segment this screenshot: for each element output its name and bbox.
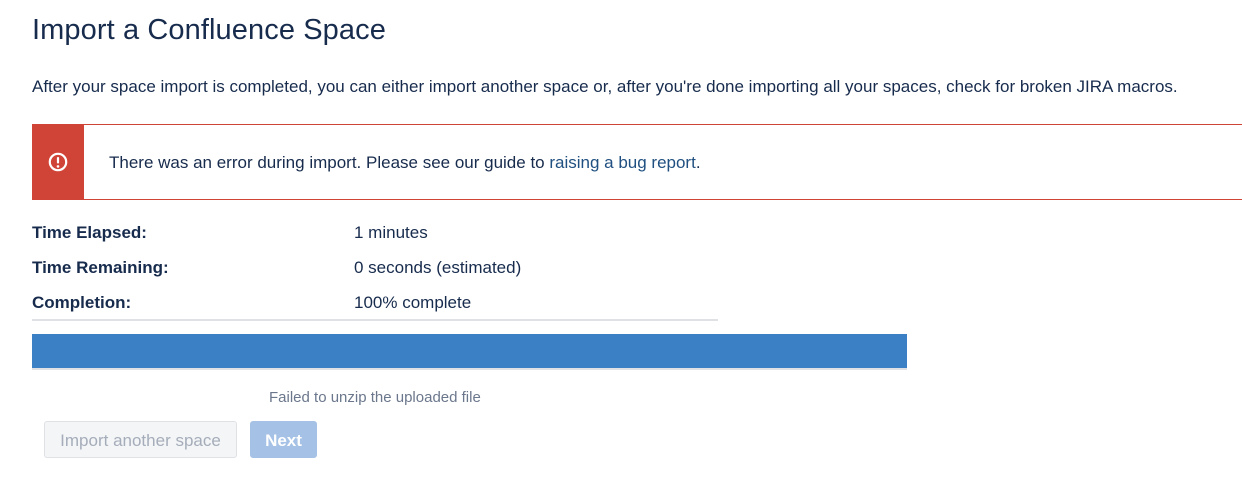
stat-value: 100% complete xyxy=(354,293,472,312)
import-space-page: Import a Confluence Space After your spa… xyxy=(0,0,1242,503)
stat-label: Completion: xyxy=(32,293,132,312)
stat-value: 1 minutes xyxy=(354,223,428,242)
stat-label: Time Remaining: xyxy=(32,258,169,277)
alert-icon-strip xyxy=(33,125,84,199)
exclamation-circle-icon xyxy=(48,152,68,172)
status-message: Failed to unzip the uploaded file xyxy=(269,389,481,406)
stat-value: 0 seconds (estimated) xyxy=(354,258,522,277)
intro-text: After your space import is completed, yo… xyxy=(32,77,1178,96)
alert-text-after: . xyxy=(695,153,701,172)
stat-row-time-remaining: Time Remaining: 0 seconds (estimated) xyxy=(32,253,718,288)
page-title: Import a Confluence Space xyxy=(32,14,386,46)
progress-bar xyxy=(32,334,907,370)
alert-text-before: There was an error during import. Please… xyxy=(109,153,550,172)
alert-message: There was an error during import. Please… xyxy=(109,153,701,173)
progress-bar-fill xyxy=(32,334,907,368)
stat-row-time-elapsed: Time Elapsed: 1 minutes xyxy=(32,218,718,253)
next-button[interactable]: Next xyxy=(250,421,317,458)
stat-row-completion: Completion: 100% complete xyxy=(32,288,718,323)
bug-report-link[interactable]: raising a bug report xyxy=(549,153,695,172)
import-stats: Time Elapsed: 1 minutes Time Remaining: … xyxy=(32,218,718,323)
import-another-space-button[interactable]: Import another space xyxy=(44,421,237,458)
stat-label: Time Elapsed: xyxy=(32,223,147,242)
stats-divider xyxy=(32,319,718,321)
error-alert: There was an error during import. Please… xyxy=(32,124,1242,200)
